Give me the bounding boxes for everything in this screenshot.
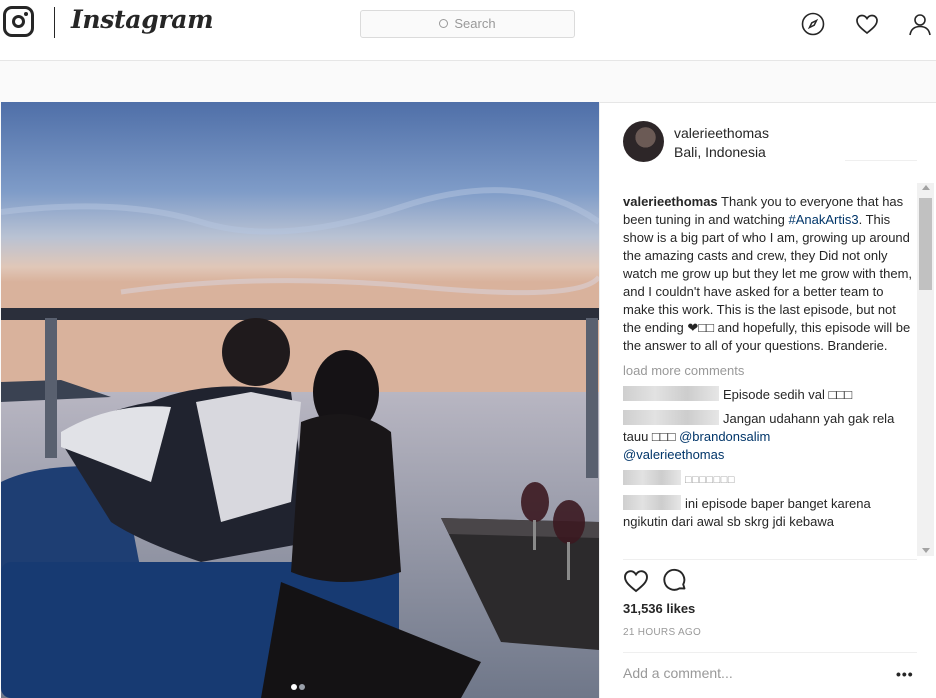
caption-username[interactable]: valerieethomas — [623, 194, 718, 209]
divider — [623, 652, 917, 653]
profile-icon[interactable] — [908, 12, 932, 36]
instagram-wordmark[interactable]: Instagram — [71, 5, 214, 34]
mention-link[interactable]: @valerieethomas — [623, 447, 724, 462]
avatar[interactable] — [623, 121, 664, 162]
add-comment-input[interactable]: Add a comment... — [623, 665, 733, 681]
post-side-panel: valerieethomas Bali, Indonesia valerieet… — [599, 102, 936, 698]
comments-list: valerieethomas Thank you to everyone tha… — [623, 193, 915, 560]
blurred-username — [623, 495, 681, 510]
like-heart-icon[interactable] — [623, 568, 649, 594]
logo-divider — [54, 7, 55, 38]
heart-icon[interactable] — [855, 12, 879, 36]
list-item: Episode sedih val □□□ — [623, 386, 915, 404]
carousel-indicator — [291, 677, 307, 695]
search-icon — [439, 19, 449, 28]
instagram-glyph-icon[interactable] — [3, 6, 34, 37]
divider — [845, 160, 917, 161]
scroll-up-arrow-icon[interactable] — [922, 185, 930, 190]
comments-scrollbar[interactable] — [917, 183, 934, 556]
caption-text-2: . This show is a big part of who I am, g… — [623, 212, 913, 353]
blurred-username — [623, 386, 719, 401]
mention-link[interactable]: @brandonsalim — [679, 429, 770, 444]
post-header: valerieethomas Bali, Indonesia — [600, 103, 936, 182]
caption-hashtag[interactable]: #AnakArtis3 — [789, 212, 859, 227]
search-input[interactable]: Search — [360, 10, 575, 38]
top-navigation-bar: Instagram Search — [0, 0, 936, 61]
comment-text: Episode sedih val □□□ — [723, 387, 853, 402]
post-caption: valerieethomas Thank you to everyone tha… — [623, 193, 915, 355]
more-options-icon[interactable]: ••• — [896, 666, 914, 682]
carousel-dot-active[interactable] — [291, 684, 297, 690]
search-placeholder: Search — [454, 16, 496, 31]
post-timestamp: 21 HOURS AGO — [623, 627, 702, 638]
post-location[interactable]: Bali, Indonesia — [674, 144, 766, 160]
post-author-username[interactable]: valerieethomas — [674, 125, 769, 141]
scroll-down-arrow-icon[interactable] — [922, 548, 930, 553]
list-item: □□□□□□□ — [623, 470, 915, 489]
sunset-couple-photo — [1, 102, 599, 698]
divider — [623, 559, 917, 560]
load-more-comments-link[interactable]: load more comments — [623, 362, 915, 380]
comment-bubble-icon[interactable] — [662, 568, 688, 594]
likes-count[interactable]: 31,536 likes — [623, 601, 695, 616]
scroll-thumb[interactable] — [919, 198, 932, 290]
list-item: ini episode baper banget karena ngikutin… — [623, 495, 915, 531]
carousel-dot[interactable] — [299, 684, 305, 690]
post-photo[interactable] — [1, 102, 599, 698]
list-item: Jangan udahann yah gak rela tauu □□□ @br… — [623, 410, 915, 464]
blurred-username — [623, 470, 681, 485]
comment-text: □□□□□□□ — [685, 474, 736, 486]
blurred-username — [623, 410, 719, 425]
compass-icon[interactable] — [801, 12, 825, 36]
